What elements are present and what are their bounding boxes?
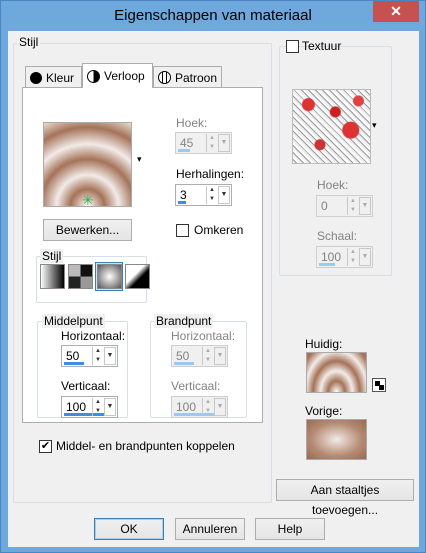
stijl-group-label: Stijl — [17, 35, 41, 49]
brandpunt-horizontaal-value: 50 — [176, 349, 190, 363]
hoek-dropdown-icon[interactable]: ▼ — [218, 134, 230, 152]
middelpunt-verticaal-dropdown-icon[interactable]: ▼ — [104, 398, 116, 416]
hoek-value: 45 — [180, 136, 194, 150]
textuur-schaal-label: Schaal: — [317, 229, 358, 243]
linear-style-icon[interactable] — [40, 264, 65, 289]
middelpunt-verticaal-label: Verticaal: — [61, 379, 111, 393]
middelpunt-horizontaal-spinner[interactable]: 50 ▲ ▼ ▼ — [61, 345, 118, 367]
tab-verloop-label: Verloop — [104, 69, 145, 83]
vorige-swatch[interactable] — [306, 419, 367, 460]
herhalingen-dropdown-icon[interactable]: ▼ — [218, 186, 230, 204]
textuur-hoek-value: 0 — [321, 199, 328, 213]
herhalingen-spinner[interactable]: 3 ▲ ▼ ▼ — [175, 184, 232, 206]
swap-color-icon[interactable] — [372, 378, 386, 392]
radial-style-icon[interactable] — [97, 264, 122, 289]
close-button[interactable]: ✕ — [373, 1, 419, 22]
herhalingen-level-bar — [178, 201, 186, 204]
brandpunt-verticaal-dropdown-icon[interactable]: ▼ — [214, 398, 226, 416]
herhalingen-value: 3 — [180, 188, 187, 202]
brandpunt-horizontaal-arrows-icon[interactable]: ▲ ▼ — [202, 347, 213, 365]
middelpunt-horizontaal-label: Horizontaal: — [61, 329, 126, 343]
middelpunt-horizontaal-dropdown-icon[interactable]: ▼ — [104, 347, 116, 365]
ok-button[interactable]: OK — [94, 518, 164, 540]
texture-preview[interactable] — [292, 89, 371, 164]
brandpunt-horizontaal-spinner[interactable]: 50 ▲ ▼ ▼ — [171, 345, 228, 367]
omkeren-checkbox[interactable] — [176, 224, 189, 237]
koppelen-label: Middel- en brandpunten koppelen — [56, 439, 235, 453]
brandpunt-label: Brandpunt — [154, 314, 214, 328]
vorige-label: Vorige: — [305, 404, 343, 418]
brandpunt-verticaal-spinner[interactable]: 100 ▲ ▼ ▼ — [171, 396, 228, 418]
add-to-swatches-button[interactable]: Aan staaltjes toevoegen... — [276, 479, 414, 517]
koppelen-checkbox[interactable]: ✔ — [39, 440, 52, 453]
texture-dropdown-icon[interactable]: ▾ — [372, 120, 377, 131]
middelpunt-horizontaal-arrows-icon[interactable]: ▲ ▼ — [92, 347, 103, 365]
help-button[interactable]: Help — [255, 518, 325, 540]
huidig-swatch[interactable] — [306, 352, 367, 393]
tab-kleur-label: Kleur — [46, 70, 75, 85]
globe-grid-icon — [158, 71, 171, 84]
herhalingen-label: Herhalingen: — [176, 167, 245, 181]
herhalingen-spin-arrows-icon[interactable]: ▲ ▼ — [206, 186, 217, 204]
middelpunt-horizontaal-level-bar — [64, 362, 84, 365]
brandpunt-horizontaal-label: Horizontaal: — [171, 329, 236, 343]
dialog-client: Stijl Kleur Verloop Patroon ✳ ▾ Hoek: 45… — [8, 31, 419, 547]
middelpunt-verticaal-value: 100 — [66, 400, 87, 414]
middelpunt-verticaal-arrows-icon[interactable]: ▲ ▼ — [92, 398, 103, 416]
textuur-checkbox[interactable] — [286, 40, 299, 53]
brandpunt-horizontaal-level-bar — [174, 362, 194, 365]
textuur-label: Textuur — [302, 39, 342, 53]
bewerken-button[interactable]: Bewerken... — [43, 219, 132, 241]
hoek-spinner[interactable]: 45 ▲ ▼ ▼ — [175, 132, 232, 154]
textuur-schaal-dropdown-icon[interactable]: ▼ — [359, 248, 371, 266]
brandpunt-verticaal-value: 100 — [176, 400, 197, 414]
brandpunt-verticaal-label: Verticaal: — [171, 379, 221, 393]
hoek-level-bar — [178, 149, 190, 152]
half-circle-icon — [87, 69, 100, 83]
dialog-window: Eigenschappen van materiaal ✕ Stijl Kleu… — [0, 0, 426, 553]
window-title: Eigenschappen van materiaal — [114, 7, 312, 24]
tab-patroon-label: Patroon — [175, 70, 218, 85]
stijl-type-label: Stijl — [40, 249, 64, 263]
hoek-label: Hoek: — [176, 116, 208, 130]
omkeren-label: Omkeren — [194, 223, 244, 237]
tab-verloop[interactable]: Verloop — [82, 63, 153, 88]
textuur-schaal-level-bar — [319, 263, 335, 266]
textuur-hoek-spinner[interactable]: 0 ▲ ▼ ▼ — [316, 195, 373, 217]
tab-kleur[interactable]: Kleur — [25, 66, 82, 88]
middelpunt-verticaal-spinner[interactable]: 100 ▲ ▼ ▼ — [61, 396, 118, 418]
textuur-schaal-arrows-icon[interactable]: ▲ ▼ — [347, 248, 358, 266]
middelpunt-label: Middelpunt — [42, 314, 105, 328]
title-bar[interactable]: Eigenschappen van materiaal ✕ — [1, 1, 425, 31]
textuur-schaal-spinner[interactable]: 100 ▲ ▼ ▼ — [316, 246, 373, 268]
textuur-hoek-arrows-icon[interactable]: ▲ ▼ — [347, 197, 358, 215]
focus-point-icon[interactable]: ✳ — [82, 193, 94, 207]
huidig-label: Huidig: — [305, 337, 343, 351]
angular-style-icon[interactable] — [125, 264, 150, 289]
textuur-hoek-dropdown-icon[interactable]: ▼ — [359, 197, 371, 215]
hoek-spin-arrows-icon[interactable]: ▲ ▼ — [206, 134, 217, 152]
brandpunt-horizontaal-dropdown-icon[interactable]: ▼ — [214, 347, 226, 365]
black-circle-icon — [30, 71, 42, 84]
tab-patroon[interactable]: Patroon — [153, 66, 222, 88]
gradient-preview[interactable]: ✳ — [43, 122, 132, 207]
brandpunt-verticaal-arrows-icon[interactable]: ▲ ▼ — [202, 398, 213, 416]
rectangular-style-icon[interactable] — [68, 264, 93, 289]
gradient-dropdown-icon[interactable]: ▾ — [137, 154, 142, 165]
middelpunt-horizontaal-value: 50 — [66, 349, 80, 363]
textuur-schaal-value: 100 — [321, 250, 342, 264]
annuleren-button[interactable]: Annuleren — [175, 518, 245, 540]
textuur-hoek-label: Hoek: — [317, 178, 349, 192]
